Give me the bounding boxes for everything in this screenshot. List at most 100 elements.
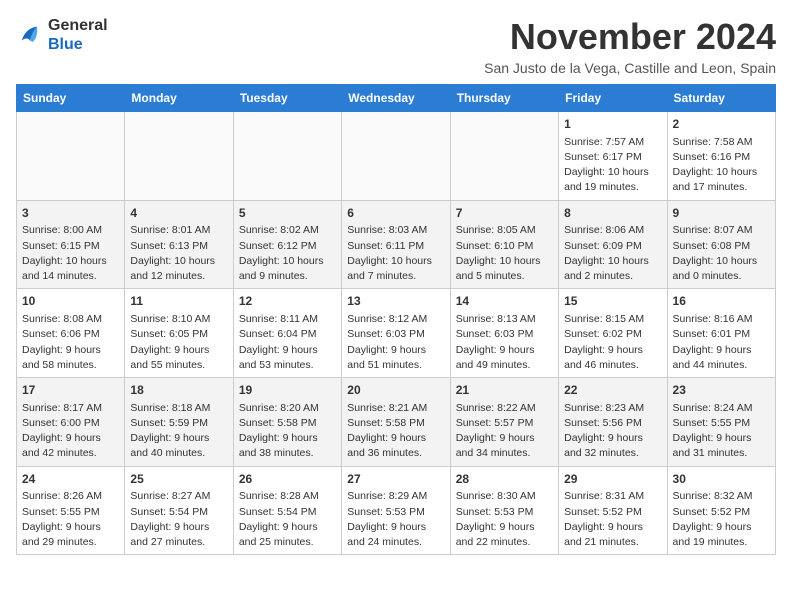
calendar-cell: 25Sunrise: 8:27 AM Sunset: 5:54 PM Dayli…	[125, 466, 233, 555]
day-number: 21	[456, 382, 553, 399]
day-number: 19	[239, 382, 336, 399]
col-header-thursday: Thursday	[450, 85, 558, 112]
calendar-cell	[342, 112, 450, 201]
col-header-sunday: Sunday	[17, 85, 125, 112]
day-info: Sunrise: 8:28 AM Sunset: 5:54 PM Dayligh…	[239, 489, 336, 550]
day-number: 2	[673, 116, 770, 133]
logo: General Blue	[16, 16, 108, 54]
calendar-cell: 21 Sunrise: 8:22 AM Sunset: 5:57 PM Dayli…	[450, 378, 558, 467]
day-info: Sunrise: 8:30 AM Sunset: 5:53 PM Dayligh…	[456, 489, 553, 550]
day-number: 13	[347, 293, 444, 310]
day-number: 16	[673, 293, 770, 310]
day-number: 7	[456, 205, 553, 222]
day-info: Sunrise: 8:12 AM Sunset: 6:03 PM Dayligh…	[347, 312, 444, 373]
col-header-monday: Monday	[125, 85, 233, 112]
day-number: 17	[22, 382, 119, 399]
day-number: 5	[239, 205, 336, 222]
calendar-week-2: 3Sunrise: 8:00 AM Sunset: 6:15 PM Daylig…	[17, 200, 776, 289]
day-info: Sunrise: 8:18 AM Sunset: 5:59 PM Dayligh…	[130, 401, 227, 462]
day-number: 20	[347, 382, 444, 399]
calendar-cell: 8Sunrise: 8:06 AM Sunset: 6:09 PM Daylig…	[559, 200, 667, 289]
day-info: Sunrise: 8:29 AM Sunset: 5:53 PM Dayligh…	[347, 489, 444, 550]
calendar-cell: 1Sunrise: 7:57 AM Sunset: 6:17 PM Daylig…	[559, 112, 667, 201]
col-header-wednesday: Wednesday	[342, 85, 450, 112]
calendar-cell: 30Sunrise: 8:32 AM Sunset: 5:52 PM Dayli…	[667, 466, 775, 555]
calendar-cell: 26Sunrise: 8:28 AM Sunset: 5:54 PM Dayli…	[233, 466, 341, 555]
calendar-cell: 9Sunrise: 8:07 AM Sunset: 6:08 PM Daylig…	[667, 200, 775, 289]
calendar-cell: 16 Sunrise: 8:16 AM Sunset: 6:01 PM Dayli…	[667, 289, 775, 378]
day-info: Sunrise: 8:10 AM Sunset: 6:05 PM Dayligh…	[130, 312, 227, 373]
day-info: Sunrise: 8:05 AM Sunset: 6:10 PM Dayligh…	[456, 223, 553, 284]
calendar-cell: 4Sunrise: 8:01 AM Sunset: 6:13 PM Daylig…	[125, 200, 233, 289]
calendar-cell: 18 Sunrise: 8:18 AM Sunset: 5:59 PM Dayli…	[125, 378, 233, 467]
day-info: Sunrise: 7:57 AM Sunset: 6:17 PM Dayligh…	[564, 135, 661, 196]
calendar-cell: 15Sunrise: 8:15 AM Sunset: 6:02 PM Dayli…	[559, 289, 667, 378]
col-header-saturday: Saturday	[667, 85, 775, 112]
day-info: Sunrise: 8:03 AM Sunset: 6:11 PM Dayligh…	[347, 223, 444, 284]
calendar-cell: 5Sunrise: 8:02 AM Sunset: 6:12 PM Daylig…	[233, 200, 341, 289]
calendar-cell: 24Sunrise: 8:26 AM Sunset: 5:55 PM Dayli…	[17, 466, 125, 555]
day-number: 30	[673, 471, 770, 488]
day-number: 8	[564, 205, 661, 222]
day-info: Sunrise: 8:11 AM Sunset: 6:04 PM Dayligh…	[239, 312, 336, 373]
day-info: Sunrise: 8:08 AM Sunset: 6:06 PM Dayligh…	[22, 312, 119, 373]
day-number: 27	[347, 471, 444, 488]
calendar-cell: 29Sunrise: 8:31 AM Sunset: 5:52 PM Dayli…	[559, 466, 667, 555]
day-number: 11	[130, 293, 227, 310]
calendar-week-3: 10Sunrise: 8:08 AM Sunset: 6:06 PM Dayli…	[17, 289, 776, 378]
day-info: Sunrise: 7:58 AM Sunset: 6:16 PM Dayligh…	[673, 135, 770, 196]
calendar-cell: 20 Sunrise: 8:21 AM Sunset: 5:58 PM Dayli…	[342, 378, 450, 467]
day-info: Sunrise: 8:32 AM Sunset: 5:52 PM Dayligh…	[673, 489, 770, 550]
day-info: Sunrise: 8:13 AM Sunset: 6:03 PM Dayligh…	[456, 312, 553, 373]
calendar-cell: 14Sunrise: 8:13 AM Sunset: 6:03 PM Dayli…	[450, 289, 558, 378]
page-header: General Blue November 2024 San Justo de …	[16, 16, 776, 76]
day-number: 28	[456, 471, 553, 488]
day-info: Sunrise: 8:24 AM Sunset: 5:55 PM Dayligh…	[673, 401, 770, 462]
calendar-cell: 3Sunrise: 8:00 AM Sunset: 6:15 PM Daylig…	[17, 200, 125, 289]
day-number: 3	[22, 205, 119, 222]
calendar-cell: 10Sunrise: 8:08 AM Sunset: 6:06 PM Dayli…	[17, 289, 125, 378]
day-number: 9	[673, 205, 770, 222]
col-header-friday: Friday	[559, 85, 667, 112]
day-number: 18	[130, 382, 227, 399]
day-info: Sunrise: 8:27 AM Sunset: 5:54 PM Dayligh…	[130, 489, 227, 550]
calendar-cell: 2 Sunrise: 7:58 AM Sunset: 6:16 PM Daylig…	[667, 112, 775, 201]
calendar-cell: 28Sunrise: 8:30 AM Sunset: 5:53 PM Dayli…	[450, 466, 558, 555]
logo-bird-icon	[16, 21, 44, 49]
calendar-cell: 12Sunrise: 8:11 AM Sunset: 6:04 PM Dayli…	[233, 289, 341, 378]
logo-general: General	[48, 16, 108, 35]
day-number: 22	[564, 382, 661, 399]
day-info: Sunrise: 8:07 AM Sunset: 6:08 PM Dayligh…	[673, 223, 770, 284]
calendar-table: SundayMondayTuesdayWednesdayThursdayFrid…	[16, 84, 776, 555]
calendar-week-1: 1Sunrise: 7:57 AM Sunset: 6:17 PM Daylig…	[17, 112, 776, 201]
calendar-cell: 11 Sunrise: 8:10 AM Sunset: 6:05 PM Dayli…	[125, 289, 233, 378]
day-number: 29	[564, 471, 661, 488]
calendar-cell: 23 Sunrise: 8:24 AM Sunset: 5:55 PM Dayli…	[667, 378, 775, 467]
day-info: Sunrise: 8:23 AM Sunset: 5:56 PM Dayligh…	[564, 401, 661, 462]
day-info: Sunrise: 8:16 AM Sunset: 6:01 PM Dayligh…	[673, 312, 770, 373]
day-info: Sunrise: 8:20 AM Sunset: 5:58 PM Dayligh…	[239, 401, 336, 462]
day-info: Sunrise: 8:31 AM Sunset: 5:52 PM Dayligh…	[564, 489, 661, 550]
calendar-week-4: 17 Sunrise: 8:17 AM Sunset: 6:00 PM Dayli…	[17, 378, 776, 467]
day-info: Sunrise: 8:02 AM Sunset: 6:12 PM Dayligh…	[239, 223, 336, 284]
calendar-cell: 22 Sunrise: 8:23 AM Sunset: 5:56 PM Dayli…	[559, 378, 667, 467]
calendar-cell	[125, 112, 233, 201]
day-info: Sunrise: 8:21 AM Sunset: 5:58 PM Dayligh…	[347, 401, 444, 462]
day-number: 6	[347, 205, 444, 222]
calendar-cell	[17, 112, 125, 201]
day-info: Sunrise: 8:15 AM Sunset: 6:02 PM Dayligh…	[564, 312, 661, 373]
day-number: 4	[130, 205, 227, 222]
col-header-tuesday: Tuesday	[233, 85, 341, 112]
calendar-cell	[233, 112, 341, 201]
day-number: 23	[673, 382, 770, 399]
day-info: Sunrise: 8:22 AM Sunset: 5:57 PM Dayligh…	[456, 401, 553, 462]
calendar-cell: 17 Sunrise: 8:17 AM Sunset: 6:00 PM Dayli…	[17, 378, 125, 467]
logo-blue: Blue	[48, 35, 108, 54]
calendar-week-5: 24Sunrise: 8:26 AM Sunset: 5:55 PM Dayli…	[17, 466, 776, 555]
calendar-cell: 27Sunrise: 8:29 AM Sunset: 5:53 PM Dayli…	[342, 466, 450, 555]
calendar-cell	[450, 112, 558, 201]
day-info: Sunrise: 8:17 AM Sunset: 6:00 PM Dayligh…	[22, 401, 119, 462]
month-title: November 2024	[484, 16, 776, 58]
day-number: 26	[239, 471, 336, 488]
calendar-cell: 7Sunrise: 8:05 AM Sunset: 6:10 PM Daylig…	[450, 200, 558, 289]
